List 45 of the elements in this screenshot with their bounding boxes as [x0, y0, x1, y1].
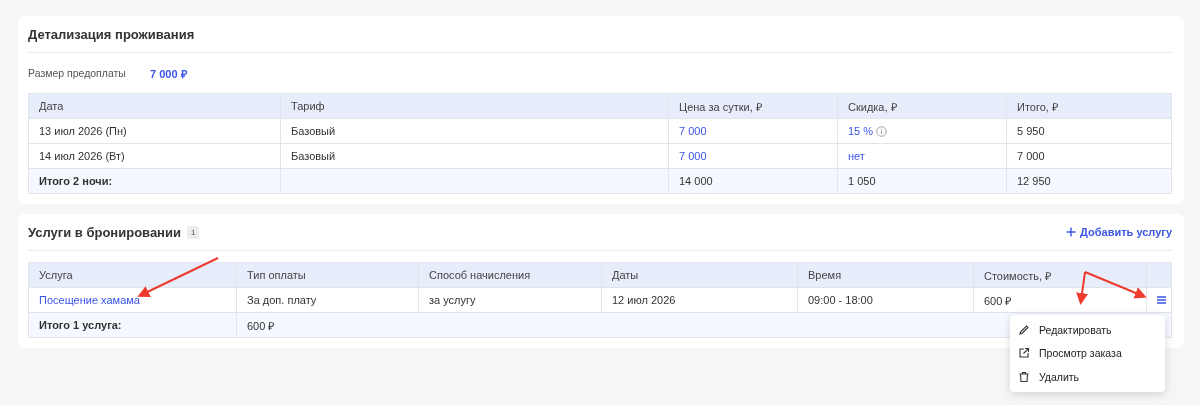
discount-link[interactable]: 15 %: [848, 125, 874, 137]
table-cell: Базовый: [280, 143, 669, 169]
count-badge: 1: [186, 225, 200, 239]
table-cell: За доп. плату: [236, 287, 419, 313]
total-cell: Итого 1 услуга:: [28, 312, 237, 338]
table-link[interactable]: нет: [837, 143, 1007, 169]
prepayment-label: Размер предоплаты: [28, 67, 127, 79]
menu-icon[interactable]: [1157, 296, 1166, 304]
trash-icon: [1018, 370, 1030, 383]
external-link-icon: [1018, 347, 1030, 360]
menu-item[interactable]: Просмотр заказа: [1010, 341, 1165, 365]
column-header: Стоимость, ₽: [973, 262, 1147, 288]
total-cell: 12 950: [1006, 168, 1172, 194]
table-cell: 09:00 - 18:00: [797, 287, 974, 313]
column-header: Скидка, ₽: [837, 93, 1007, 119]
table-link[interactable]: Посещение хамама: [28, 287, 237, 313]
column-header: Способ начисления: [418, 262, 602, 288]
table-cell: 7 000: [1006, 143, 1172, 169]
prepayment-value: 7 000 ₽: [150, 66, 187, 81]
add-service-button[interactable]: Добавить услугу: [1066, 226, 1172, 238]
pencil-icon: [1018, 323, 1030, 336]
section-title: Услуги в бронировании: [28, 224, 181, 240]
table-link[interactable]: 7 000: [668, 143, 838, 169]
column-header: Услуга: [28, 262, 237, 288]
table-cell: 600 ₽: [973, 287, 1147, 313]
section-title: Детализация проживания: [28, 26, 195, 42]
column-header: Время: [797, 262, 974, 288]
table-cell: за услугу: [418, 287, 602, 313]
table-cell: 14 июл 2026 (Вт): [28, 143, 281, 169]
table-cell: 12 июл 2026: [601, 287, 798, 313]
table-cell: 13 июл 2026 (Пн): [28, 118, 281, 144]
column-header: Даты: [601, 262, 798, 288]
table-link[interactable]: 7 000: [668, 118, 838, 144]
total-cell: 14 000: [668, 168, 838, 194]
column-header: Тип оплаты: [236, 262, 419, 288]
column-header: Цена за сутки, ₽: [668, 93, 838, 119]
table-cell: Базовый: [280, 118, 669, 144]
plus-icon: [1066, 227, 1077, 237]
total-cell: Итого 2 ночи:: [28, 168, 281, 194]
menu-item[interactable]: Удалить: [1010, 365, 1165, 389]
total-cell: 1 050: [837, 168, 1007, 194]
column-header: Дата: [28, 93, 281, 119]
column-header: Итого, ₽: [1006, 93, 1172, 119]
column-header: Тариф: [280, 93, 669, 119]
table-cell: 5 950: [1006, 118, 1172, 144]
